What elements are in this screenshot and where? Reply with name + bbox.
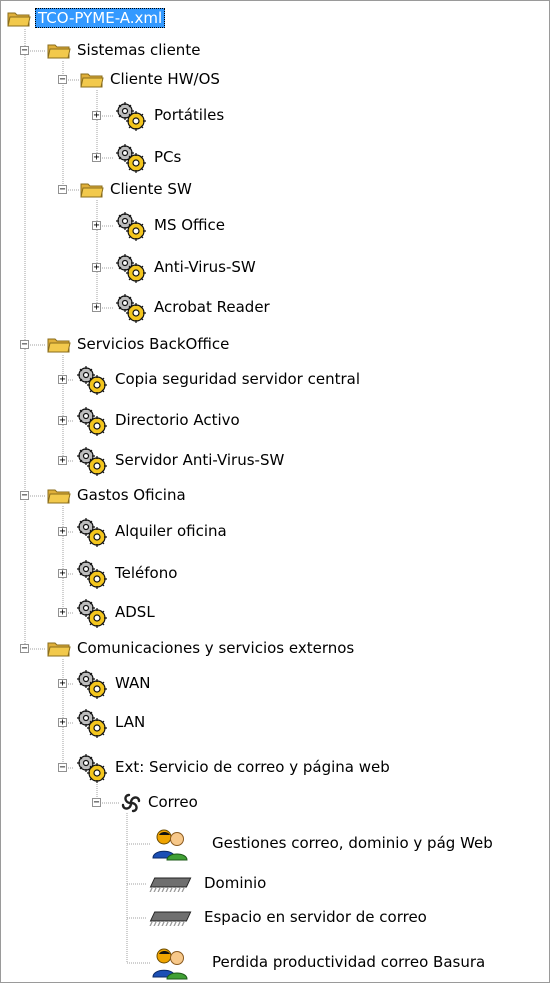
tree-node-wan[interactable]: + WAN (1, 666, 549, 702)
tree-node-ms-office[interactable]: + MS Office (1, 208, 549, 244)
collapse-toggle[interactable]: − (20, 644, 29, 654)
tree-node-label[interactable]: Cliente SW (107, 179, 195, 199)
people-icon (151, 827, 189, 865)
tree-view[interactable]: TCO-PYME-A.xml − Sistemas cliente − Clie… (0, 0, 550, 983)
collapse-toggle[interactable]: − (58, 185, 67, 195)
collapse-toggle[interactable]: − (58, 75, 67, 85)
expand-toggle[interactable]: + (58, 718, 67, 728)
tree-node-label[interactable]: PCs (151, 147, 184, 167)
gears-icon (75, 557, 109, 595)
expand-toggle[interactable]: + (58, 527, 67, 537)
tree-node-label[interactable]: Copia seguridad servidor central (112, 369, 363, 389)
tree-node-copia-seguridad[interactable]: + Copia seguridad servidor central (1, 362, 549, 398)
folder-open-icon (80, 71, 104, 93)
tree-node-espacio-servidor[interactable]: Espacio en servidor de correo (1, 900, 549, 936)
tree-node-ext-servicio-correo[interactable]: − Ext: Servicio de correo y página web (1, 750, 549, 786)
tree-node-portatiles[interactable]: + Portátiles (1, 98, 549, 134)
memory-chip-icon (147, 873, 193, 899)
tree-node-label[interactable]: Acrobat Reader (151, 297, 273, 317)
gears-icon (75, 751, 109, 789)
folder-open-icon (47, 42, 71, 64)
gears-icon (114, 99, 148, 137)
expand-toggle[interactable]: + (58, 375, 67, 385)
tree-node-label[interactable]: Alquiler oficina (112, 521, 230, 541)
tree-node-cliente-hw-os[interactable]: − Cliente HW/OS (1, 62, 549, 98)
tree-node-label[interactable]: Ext: Servicio de correo y página web (112, 757, 393, 777)
gears-icon (75, 363, 109, 401)
tree-node-directorio-activo[interactable]: + Directorio Activo (1, 403, 549, 439)
tree-node-perdida-productividad[interactable]: Perdida productividad correo Basura (1, 945, 549, 981)
tree-node-label[interactable]: Espacio en servidor de correo (201, 907, 430, 927)
tree-node-label[interactable]: TCO-PYME-A.xml (35, 8, 166, 28)
tree-node-anti-virus-sw[interactable]: + Anti-Virus-SW (1, 250, 549, 286)
tree-node-alquiler-oficina[interactable]: + Alquiler oficina (1, 514, 549, 550)
gears-icon (75, 444, 109, 482)
folder-open-icon (7, 10, 31, 32)
gears-icon (114, 209, 148, 247)
tree-node-label[interactable]: Correo (145, 792, 201, 812)
expand-toggle[interactable]: + (92, 303, 101, 313)
gears-icon (75, 706, 109, 744)
tree-node-label[interactable]: MS Office (151, 215, 228, 235)
tree-node-label[interactable]: Dominio (201, 873, 269, 893)
tree-node-label[interactable]: Servidor Anti-Virus-SW (112, 450, 287, 470)
gears-icon (114, 291, 148, 329)
tree-node-label[interactable]: Anti-Virus-SW (151, 257, 259, 277)
collapse-toggle[interactable]: − (20, 491, 29, 501)
tree-node-label[interactable]: Teléfono (112, 563, 180, 583)
tree-node-label[interactable]: Gastos Oficina (74, 485, 189, 505)
tree-node-label[interactable]: Comunicaciones y servicios externos (74, 638, 357, 658)
collapse-toggle[interactable]: − (20, 340, 29, 350)
memory-chip-icon (147, 907, 193, 933)
expand-toggle[interactable]: + (92, 263, 101, 273)
expand-toggle[interactable]: + (58, 679, 67, 689)
collapse-toggle[interactable]: − (92, 798, 101, 808)
gears-icon (75, 515, 109, 553)
collapse-toggle[interactable]: − (58, 763, 67, 773)
folder-open-icon (80, 181, 104, 203)
tree-node-correo[interactable]: − Correo (1, 785, 549, 821)
tree-node-label[interactable]: ADSL (112, 602, 158, 622)
expand-toggle[interactable]: + (58, 456, 67, 466)
expand-toggle[interactable]: + (58, 416, 67, 426)
gears-icon (75, 404, 109, 442)
tree-node-acrobat-reader[interactable]: + Acrobat Reader (1, 290, 549, 326)
tree-node-comunicaciones[interactable]: − Comunicaciones y servicios externos (1, 631, 549, 667)
tree-node-gastos-oficina[interactable]: − Gastos Oficina (1, 478, 549, 514)
gears-icon (75, 667, 109, 705)
tree-node-root[interactable]: TCO-PYME-A.xml (1, 1, 549, 37)
expand-toggle[interactable]: + (92, 221, 101, 231)
tree-node-label[interactable]: Portátiles (151, 105, 227, 125)
expand-toggle[interactable]: + (92, 153, 101, 163)
collapse-toggle[interactable]: − (20, 46, 29, 56)
tree-node-label[interactable]: Sistemas cliente (74, 40, 203, 60)
expand-toggle[interactable]: + (92, 111, 101, 121)
tree-node-pcs[interactable]: + PCs (1, 140, 549, 176)
gears-icon (75, 596, 109, 634)
expand-toggle[interactable]: + (58, 569, 67, 579)
tree-node-servicios-backoffice[interactable]: − Servicios BackOffice (1, 327, 549, 363)
folder-open-icon (47, 336, 71, 358)
expand-toggle[interactable]: + (58, 608, 67, 618)
gears-icon (114, 251, 148, 289)
tree-node-dominio[interactable]: Dominio (1, 866, 549, 902)
folder-open-icon (47, 487, 71, 509)
swirl-icon (120, 792, 142, 818)
tree-node-label[interactable]: WAN (112, 673, 154, 693)
tree-node-cliente-sw[interactable]: − Cliente SW (1, 172, 549, 208)
tree-node-lan[interactable]: + LAN (1, 705, 549, 741)
tree-node-label[interactable]: LAN (112, 712, 148, 732)
tree-node-adsl[interactable]: + ADSL (1, 595, 549, 631)
tree-node-telefono[interactable]: + Teléfono (1, 556, 549, 592)
tree-node-servidor-anti-virus[interactable]: + Servidor Anti-Virus-SW (1, 443, 549, 479)
folder-open-icon (47, 640, 71, 662)
tree-node-label[interactable]: Servicios BackOffice (74, 334, 232, 354)
tree-node-label[interactable]: Perdida productividad correo Basura (209, 952, 488, 972)
people-icon (151, 946, 189, 982)
tree-node-label[interactable]: Gestiones correo, dominio y pág Web (209, 833, 496, 853)
tree-node-label[interactable]: Directorio Activo (112, 410, 243, 430)
tree-node-gestiones-correo[interactable]: Gestiones correo, dominio y pág Web (1, 826, 549, 862)
tree-node-label[interactable]: Cliente HW/OS (107, 69, 223, 89)
